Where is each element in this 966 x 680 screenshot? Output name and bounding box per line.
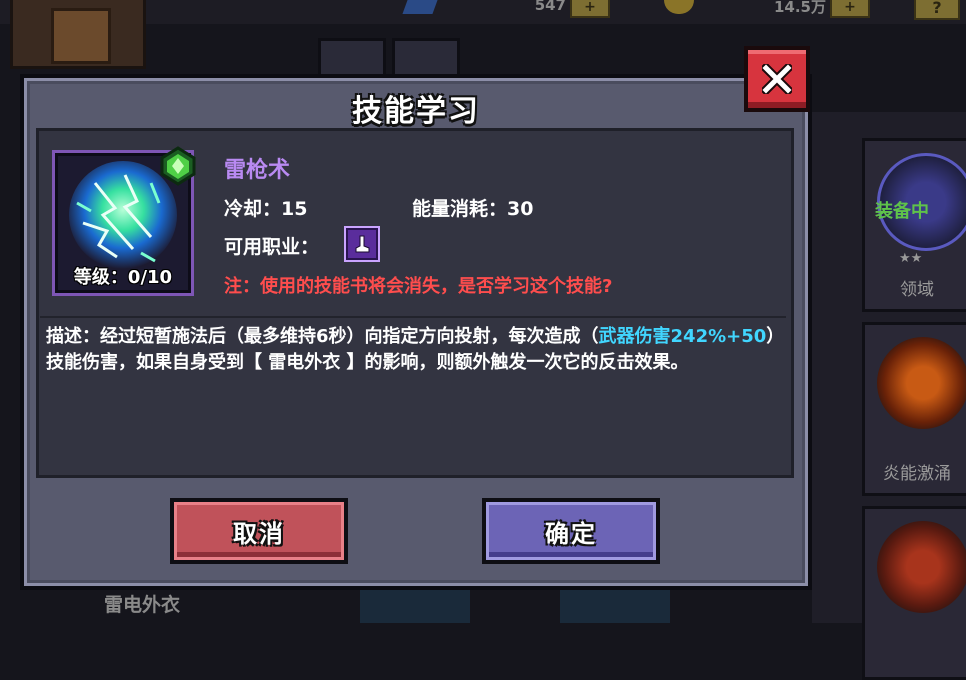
skill-card[interactable]	[862, 506, 966, 680]
class-badge	[344, 226, 380, 262]
skill-card[interactable]: 炎能激涌	[862, 322, 966, 496]
star-rating: ★★	[899, 251, 923, 266]
equipped-badge: 装备中	[875, 201, 929, 222]
close-x-icon	[762, 64, 792, 94]
skill-level: 等级：0/10	[73, 267, 173, 288]
currency-coins-value: 14.5万	[773, 0, 826, 16]
skill-card-name: 领域	[900, 280, 934, 300]
skill-description: 描述：经过短暂施法后（最多维持6秒）向指定方向投射，每次造成（武器伤害242%+…	[46, 324, 776, 376]
skill-card[interactable]: 装备中 ★★ 领域	[862, 138, 966, 312]
available-classes-label: 可用职业：	[224, 236, 320, 258]
cancel-button[interactable]: 取消	[170, 498, 348, 564]
confirm-button[interactable]: 确定	[482, 498, 660, 564]
description-text: 描述：经过短暂施法后（最多维持6秒）向指定方向投射，每次造成（	[46, 326, 599, 347]
help-button[interactable]: ?	[914, 0, 960, 20]
currency-gems-value: 547	[534, 0, 566, 14]
damage-highlight: 武器伤害242%+50	[598, 326, 767, 347]
skill-card-name: 炎能激涌	[883, 464, 951, 484]
chest-icon	[51, 8, 111, 64]
divider	[40, 316, 786, 318]
add-gems-button[interactable]: +	[570, 0, 610, 18]
currency-gems: 547 +	[460, 0, 610, 18]
boot-icon	[355, 235, 370, 253]
skill-name: 雷枪术	[224, 158, 291, 183]
currency-coins: 14.5万 +	[660, 0, 870, 18]
green-gem-icon	[160, 146, 196, 186]
gem-icon	[402, 0, 438, 14]
warning-text: 注：使用的技能书将会消失，是否学习这个技能?	[224, 276, 613, 297]
sword-icon	[877, 521, 966, 613]
equipped-item-name: 雷电外衣	[104, 594, 181, 616]
add-coins-button[interactable]: +	[830, 0, 870, 18]
bottom-slot[interactable]	[360, 585, 470, 623]
bottom-slot[interactable]	[560, 585, 670, 623]
dialog-title: 技能学习	[352, 94, 480, 129]
chest-button[interactable]	[10, 0, 146, 69]
close-button[interactable]	[744, 46, 810, 112]
fire-orb-icon	[877, 337, 966, 429]
energy-cost-value: 能量消耗：30	[412, 198, 534, 220]
cooldown-value: 冷却：15	[224, 198, 308, 220]
